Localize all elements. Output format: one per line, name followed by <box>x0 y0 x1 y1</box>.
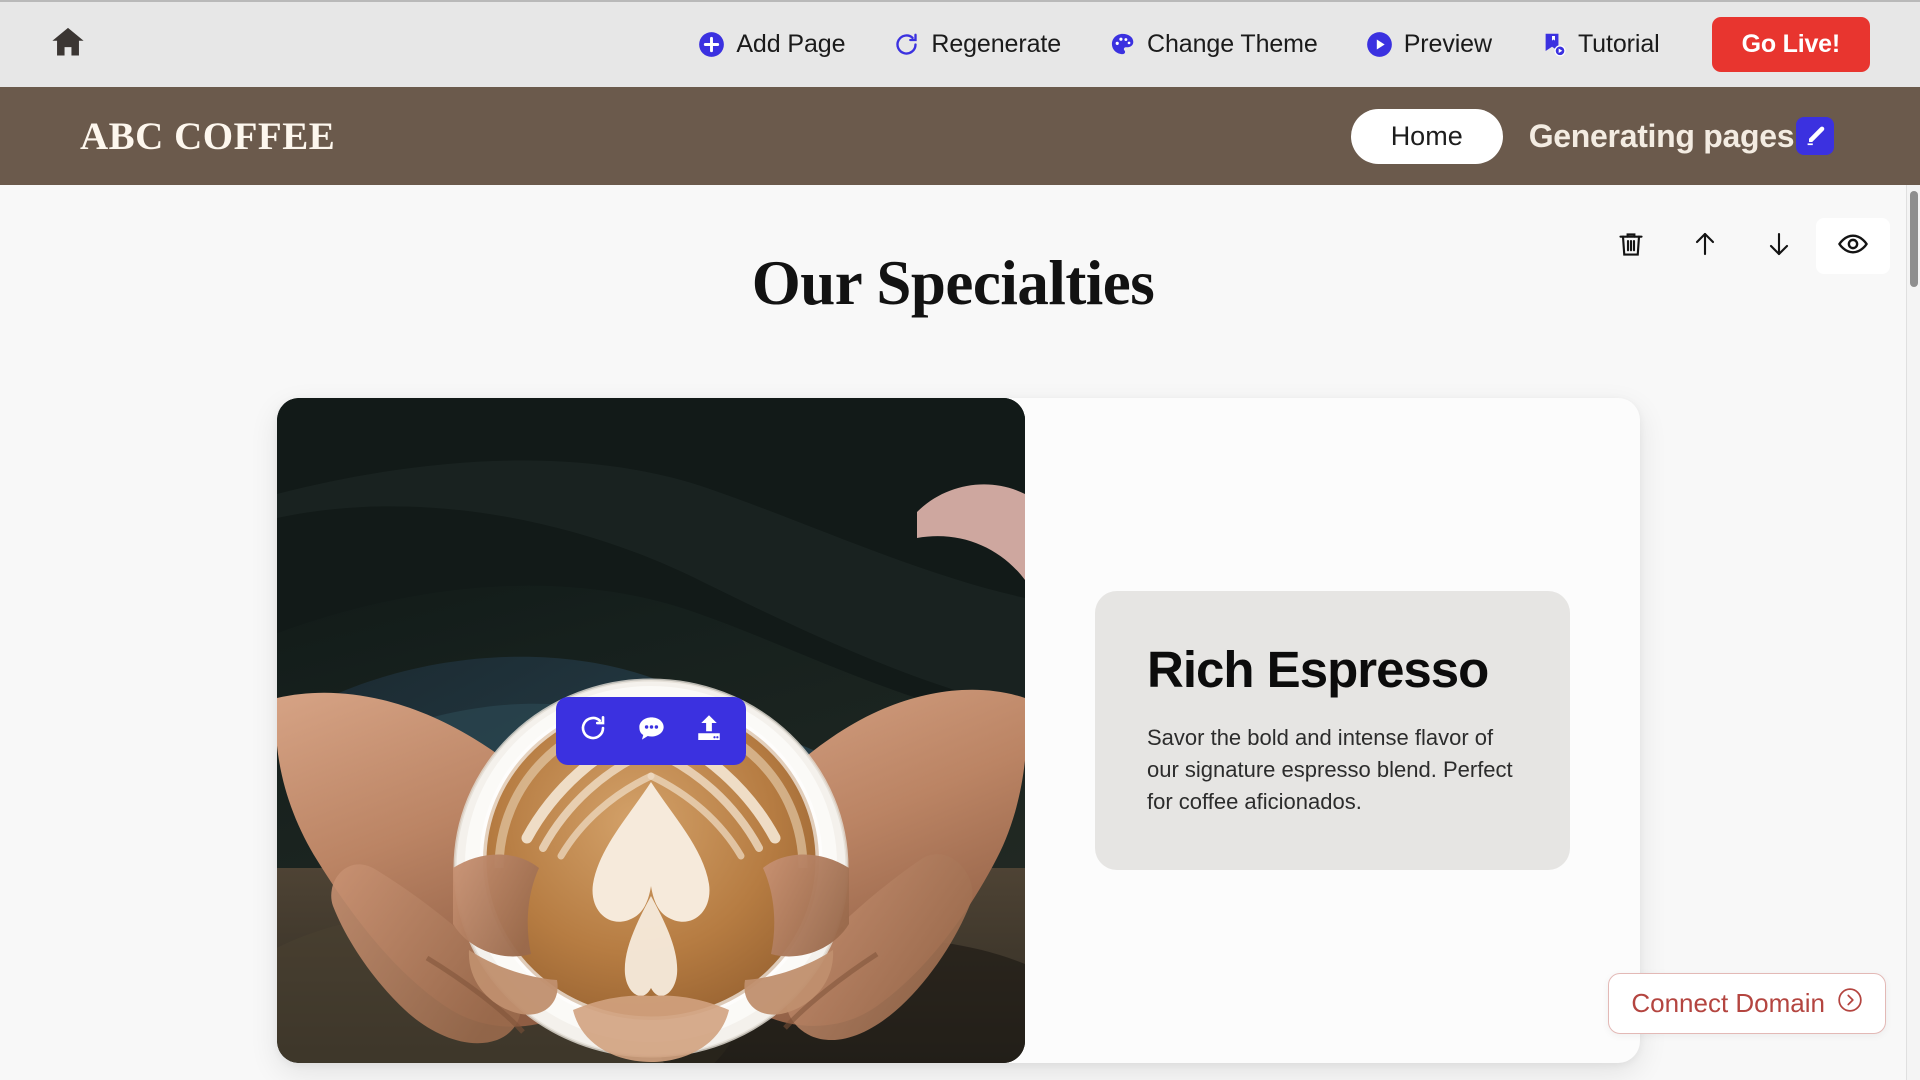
regenerate-button[interactable]: Regenerate <box>869 22 1085 67</box>
image-chat-button[interactable] <box>622 707 680 755</box>
generating-status: Generating pages... <box>1528 117 1834 155</box>
generating-status-label: Generating pages... <box>1528 117 1821 154</box>
card-text-column: Rich Espresso Savor the bold and intense… <box>1025 398 1640 1063</box>
tutorial-label: Tutorial <box>1577 30 1660 58</box>
refresh-icon <box>578 713 608 748</box>
page-scrollbar-track[interactable] <box>1906 185 1920 1080</box>
regenerate-label: Regenerate <box>931 30 1062 58</box>
play-circle-icon <box>1366 31 1393 58</box>
move-section-down-button[interactable] <box>1742 218 1816 274</box>
home-button[interactable] <box>40 17 96 73</box>
delete-section-button[interactable] <box>1594 218 1668 274</box>
chat-bubble-icon <box>636 713 667 749</box>
arrow-up-icon <box>1690 229 1720 264</box>
site-nav: ABC COFFEE Home Generating pages... <box>0 87 1920 185</box>
tutorial-button[interactable]: Tutorial <box>1516 22 1684 67</box>
page-scrollbar-thumb[interactable] <box>1910 191 1918 287</box>
editor-toolbar: Add Page Regenerate Change Theme Preview… <box>0 0 1920 87</box>
specialty-description: Savor the bold and intense flavor of our… <box>1147 725 1513 815</box>
change-theme-label: Change Theme <box>1147 30 1318 58</box>
pencil-icon[interactable] <box>1796 117 1834 155</box>
palette-icon <box>1109 31 1136 58</box>
regenerate-image-button[interactable] <box>564 707 622 755</box>
page-canvas: Our Specialties Rich Espresso Savor the … <box>0 185 1906 1080</box>
specialty-text-panel: Rich Espresso Savor the bold and intense… <box>1095 590 1570 871</box>
connect-domain-label: Connect Domain <box>1631 988 1825 1018</box>
trash-icon <box>1616 229 1646 264</box>
chevron-right-circle-icon <box>1837 987 1863 1020</box>
toolbar-actions: Add Page Regenerate Change Theme Preview… <box>674 17 1896 72</box>
home-icon <box>50 24 86 65</box>
change-theme-button[interactable]: Change Theme <box>1085 22 1342 67</box>
go-live-button[interactable]: Go Live! <box>1711 17 1870 72</box>
site-logo: ABC COFFEE <box>80 114 336 158</box>
refresh-icon <box>893 31 920 58</box>
site-nav-right: Home Generating pages... <box>1350 108 1840 164</box>
section-tools <box>1594 218 1890 274</box>
preview-button[interactable]: Preview <box>1342 22 1516 67</box>
toggle-section-visibility-button[interactable] <box>1816 218 1890 274</box>
upload-icon <box>694 713 724 748</box>
eye-icon <box>1837 228 1869 265</box>
specialty-card: Rich Espresso Savor the bold and intense… <box>277 398 1640 1063</box>
nav-link-home[interactable]: Home <box>1350 108 1503 164</box>
tutorial-bookmark-icon <box>1540 31 1567 58</box>
plus-circle-icon <box>698 31 725 58</box>
move-section-up-button[interactable] <box>1668 218 1742 274</box>
connect-domain-button[interactable]: Connect Domain <box>1608 973 1886 1034</box>
add-page-label: Add Page <box>736 30 846 58</box>
upload-image-button[interactable] <box>680 707 738 755</box>
arrow-down-icon <box>1764 229 1794 264</box>
image-edit-toolbar <box>556 696 746 765</box>
add-page-button[interactable]: Add Page <box>674 22 869 67</box>
preview-label: Preview <box>1403 30 1492 58</box>
card-image-wrapper <box>277 398 1025 1063</box>
specialty-heading: Rich Espresso <box>1147 640 1489 698</box>
